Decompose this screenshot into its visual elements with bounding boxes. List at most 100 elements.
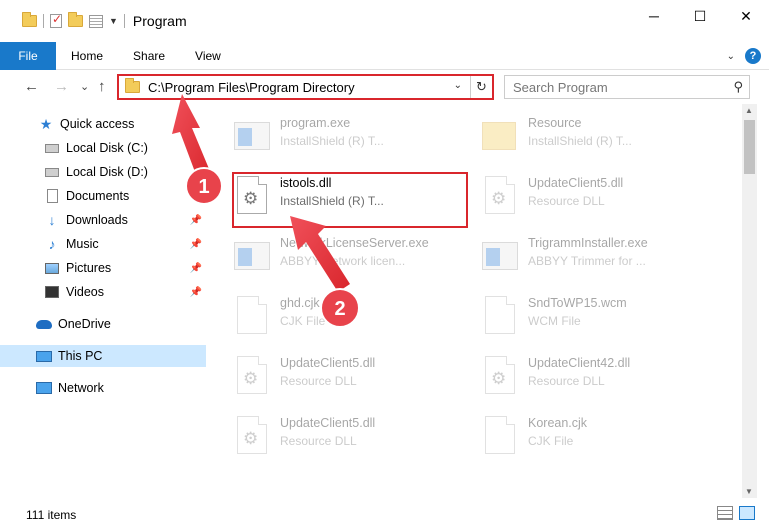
file-item[interactable]: Resource InstallShield (R) T... xyxy=(454,104,704,160)
status-bar: 111 items xyxy=(0,498,769,531)
navigation-pane: ★ Quick access Local Disk (C:) Local Dis… xyxy=(0,110,206,498)
recent-locations-chevron-icon[interactable]: ⌄ xyxy=(80,80,89,93)
folder-icon[interactable] xyxy=(22,12,37,27)
sidebar-item-pictures[interactable]: Pictures 📌 xyxy=(0,257,206,279)
pc-icon xyxy=(36,349,52,363)
tab-file[interactable]: File xyxy=(0,41,56,70)
window-title: Program xyxy=(132,13,187,29)
file-item[interactable]: ⚙ UpdateClient5.dll Resource DLL xyxy=(206,404,456,460)
file-name: SndToWP15.wcm xyxy=(528,296,627,310)
sidebar-item-label: Music xyxy=(66,237,99,251)
app-icon xyxy=(234,116,270,158)
tab-view[interactable]: View xyxy=(180,42,236,70)
file-icon xyxy=(482,416,518,458)
sidebar-item-downloads[interactable]: ↓ Downloads 📌 xyxy=(0,209,206,231)
separator xyxy=(123,14,125,28)
cloud-icon xyxy=(36,317,52,331)
address-dropdown-chevron-icon[interactable]: ⌄ xyxy=(454,80,462,91)
file-description: Resource DLL xyxy=(528,374,605,388)
file-list: program.exe InstallShield (R) T... Resou… xyxy=(206,104,742,498)
file-name: TrigrammInstaller.exe xyxy=(528,236,648,250)
sidebar-item-network[interactable]: Network xyxy=(0,377,206,399)
dll-icon: ⚙ xyxy=(234,416,270,458)
sidebar-item-local-disk-d[interactable]: Local Disk (D:) xyxy=(0,161,206,183)
up-arrow-icon[interactable]: ↑ xyxy=(98,78,106,95)
search-icon: ⚲ xyxy=(733,79,743,94)
sidebar-item-onedrive[interactable]: OneDrive xyxy=(0,313,206,335)
sidebar-item-quick-access[interactable]: ★ Quick access xyxy=(0,113,206,135)
search-input[interactable]: Search Program ⚲ xyxy=(504,75,750,99)
sidebar-item-this-pc[interactable]: This PC xyxy=(0,345,206,367)
star-icon: ★ xyxy=(39,115,53,132)
pin-icon[interactable]: 📌 xyxy=(190,263,202,274)
quick-access-toolbar: ▼ xyxy=(0,0,125,42)
file-description: ABBYY Trimmer for ... xyxy=(528,254,646,268)
maximize-button[interactable]: ☐ xyxy=(677,0,723,32)
sidebar-item-videos[interactable]: Videos 📌 xyxy=(0,281,206,303)
scroll-down-icon[interactable]: ▼ xyxy=(745,487,753,496)
sidebar-item-label: Local Disk (C:) xyxy=(66,141,148,155)
sidebar-item-documents[interactable]: Documents xyxy=(0,185,206,207)
app-icon xyxy=(482,236,518,278)
scroll-up-icon[interactable]: ▲ xyxy=(745,106,753,115)
file-item[interactable]: ⚙ UpdateClient42.dll Resource DLL xyxy=(454,344,704,400)
close-button[interactable]: ✕ xyxy=(723,0,769,32)
sidebar-item-local-disk-c[interactable]: Local Disk (C:) xyxy=(0,137,206,159)
file-item[interactable]: ghd.cjk CJK File xyxy=(206,284,456,340)
tiles-view-icon[interactable] xyxy=(739,506,755,520)
file-item[interactable]: NetworkLicenseServer.exe ABBYY Network l… xyxy=(206,224,456,280)
tab-share[interactable]: Share xyxy=(118,42,180,70)
file-item[interactable]: ⚙ UpdateClient5.dll Resource DLL xyxy=(206,344,456,400)
window-controls: ─ ☐ ✕ xyxy=(631,0,769,32)
file-item[interactable]: SndToWP15.wcm WCM File xyxy=(454,284,704,340)
music-icon: ♪ xyxy=(48,236,56,252)
address-path[interactable]: C:\Program Files\Program Directory xyxy=(148,80,355,95)
pin-icon[interactable]: 📌 xyxy=(190,287,202,298)
file-description: WCM File xyxy=(528,314,581,328)
new-folder-icon[interactable] xyxy=(68,12,83,27)
file-icon xyxy=(234,296,270,338)
file-item[interactable]: TrigrammInstaller.exe ABBYY Trimmer for … xyxy=(454,224,704,280)
sidebar-item-label: Network xyxy=(58,381,104,395)
file-item[interactable]: program.exe InstallShield (R) T... xyxy=(206,104,456,160)
navigation-bar: ← → ⌄ ↑ C:\Program Files\Program Directo… xyxy=(0,70,769,104)
tab-home[interactable]: Home xyxy=(56,42,118,70)
file-name: ghd.cjk xyxy=(280,296,320,310)
sidebar-item-label: Documents xyxy=(66,189,130,203)
customize-toolbar-chevron-icon[interactable]: ▼ xyxy=(109,16,118,26)
refresh-button[interactable]: ↻ xyxy=(470,76,492,98)
sidebar-item-label: Local Disk (D:) xyxy=(66,165,148,179)
search-placeholder: Search Program xyxy=(513,79,608,95)
sidebar-item-label: Videos xyxy=(66,285,104,299)
scrollbar-thumb[interactable] xyxy=(744,120,755,174)
forward-arrow-icon[interactable]: → xyxy=(54,78,69,95)
expand-ribbon-chevron-icon[interactable]: ⌄ xyxy=(727,51,735,62)
separator xyxy=(43,14,44,28)
file-item[interactable]: ⚙ UpdateClient5.dll Resource DLL xyxy=(454,164,704,220)
help-icon[interactable]: ? xyxy=(745,48,761,64)
sidebar-item-label: Pictures xyxy=(66,261,112,275)
properties-check-icon[interactable] xyxy=(50,12,62,28)
sidebar-item-label: Quick access xyxy=(60,117,135,131)
file-name: UpdateClient42.dll xyxy=(528,356,631,370)
properties-icon[interactable] xyxy=(89,14,103,28)
sidebar-item-label: Downloads xyxy=(66,213,128,227)
folder-icon xyxy=(125,78,140,93)
details-view-icon[interactable] xyxy=(717,506,733,520)
pin-icon[interactable]: 📌 xyxy=(190,239,202,250)
pin-icon[interactable]: 📌 xyxy=(190,215,202,226)
file-icon xyxy=(482,296,518,338)
file-name: UpdateClient5.dll xyxy=(280,356,376,370)
minimize-button[interactable]: ─ xyxy=(631,0,677,32)
file-description: Resource DLL xyxy=(528,194,605,208)
vertical-scrollbar[interactable]: ▲ ▼ xyxy=(742,104,757,498)
dll-icon: ⚙ xyxy=(482,356,518,398)
sidebar-item-label: This PC xyxy=(58,349,103,363)
file-description: Resource DLL xyxy=(280,434,357,448)
sidebar-item-music[interactable]: ♪ Music 📌 xyxy=(0,233,206,255)
view-toggle xyxy=(717,506,755,520)
file-item[interactable]: Korean.cjk CJK File xyxy=(454,404,704,460)
address-bar[interactable]: C:\Program Files\Program Directory ⌄ ↻ xyxy=(117,74,494,100)
back-arrow-icon[interactable]: ← xyxy=(24,78,39,95)
disk-icon xyxy=(44,165,60,179)
